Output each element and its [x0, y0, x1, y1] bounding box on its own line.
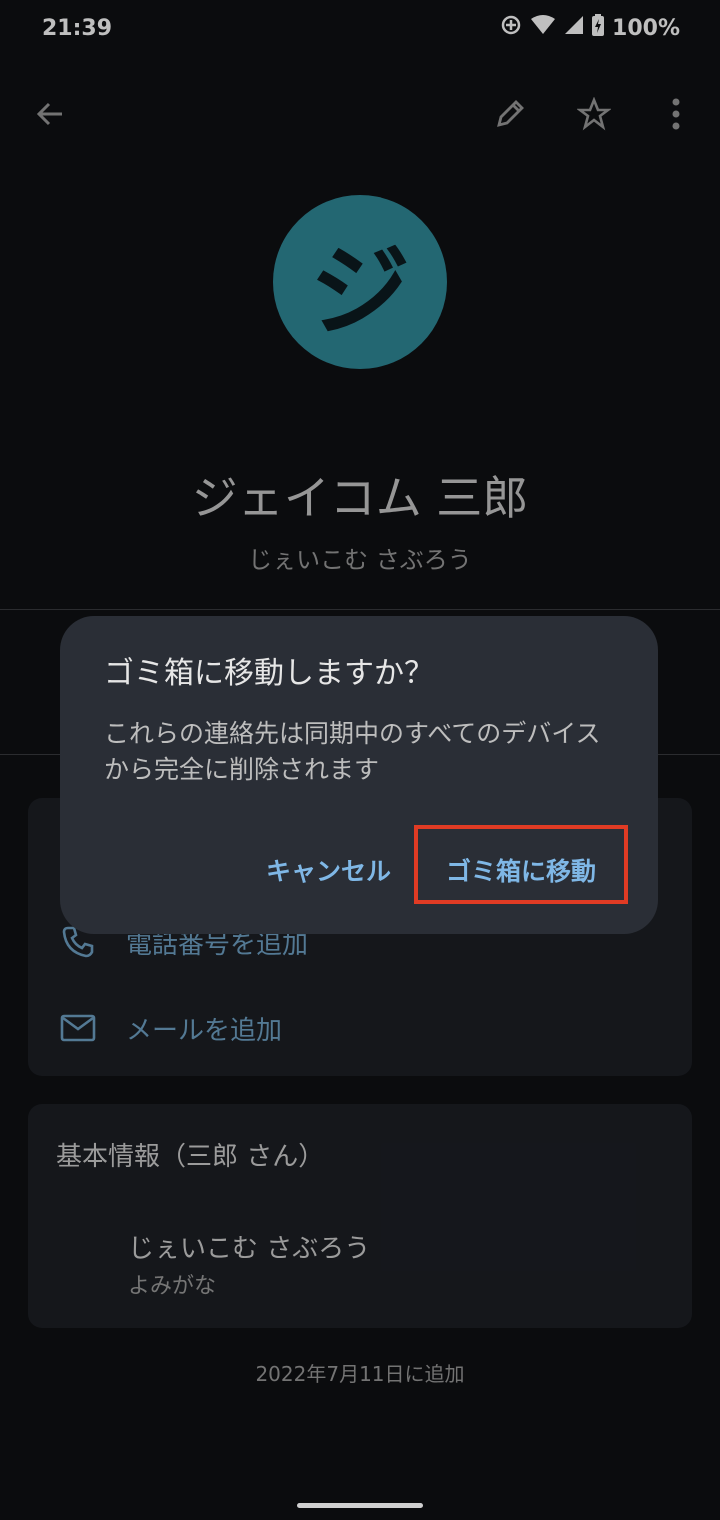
dialog-title: ゴミ箱に移動しますか？	[104, 656, 434, 691]
gesture-nav-bar[interactable]	[297, 1503, 423, 1508]
dialog-message: これらの連絡先は同期中のすべてのデバイスから完全に削除されます	[104, 719, 601, 784]
highlight-box	[414, 825, 628, 904]
cancel-button[interactable]: キャンセル	[266, 852, 391, 888]
